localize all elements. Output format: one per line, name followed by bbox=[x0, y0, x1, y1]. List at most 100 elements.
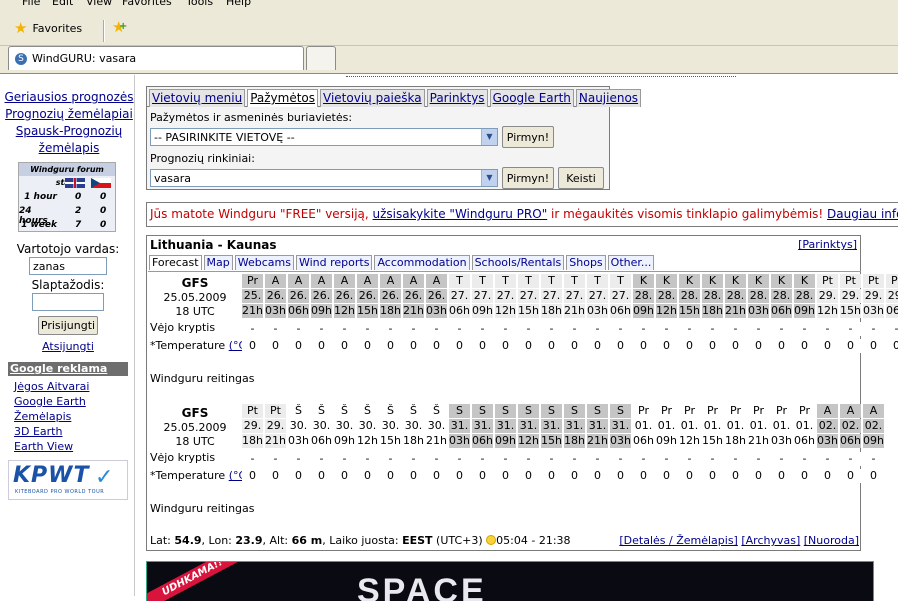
sidebar-link-click-map[interactable]: Spausk-Prognozių žemėlapis bbox=[4, 123, 134, 157]
sets-change-button[interactable]: Keisti bbox=[558, 167, 604, 189]
forecast-date-cell: 27. bbox=[541, 289, 562, 303]
wind-direction-cell: - bbox=[748, 322, 769, 336]
forecast-hour-cell: 18h bbox=[242, 434, 263, 448]
forecast-day-cell: S bbox=[564, 404, 585, 418]
wind-direction-cell: - bbox=[426, 452, 447, 466]
chevron-down-icon: ▼ bbox=[481, 129, 497, 145]
browser-tab-active[interactable]: S WindGURU: vasara bbox=[8, 46, 304, 70]
tab-other[interactable]: Other... bbox=[607, 255, 655, 270]
temperature-cell: 0 bbox=[472, 339, 493, 353]
favorites-button[interactable]: ★ Favorites bbox=[14, 18, 82, 38]
wind-direction-cell: - bbox=[725, 452, 746, 466]
tab-accommodation[interactable]: Accommodation bbox=[374, 255, 470, 270]
temperature-cell: 0 bbox=[587, 469, 608, 483]
forecast-day-cell: Pt bbox=[886, 274, 898, 288]
sunrise-sunset: 05:04 - 21:38 bbox=[496, 534, 571, 547]
temperature-cell: 0 bbox=[357, 339, 378, 353]
ad-link[interactable]: 3D Earth bbox=[14, 424, 89, 439]
forecast-date-cell: 26. bbox=[334, 289, 355, 303]
temperature-cell: 0 bbox=[610, 339, 631, 353]
forecast-date-cell: 31. bbox=[541, 419, 562, 433]
forecast-hour-cell: 09h bbox=[495, 434, 516, 448]
sidebar-link-forecast-maps[interactable]: Prognozių žemėlapiai bbox=[4, 106, 134, 123]
wind-direction-cell: - bbox=[495, 322, 516, 336]
kpwt-logo[interactable]: KPWT ✓ KITEBOARD PRO WORLD TOUR bbox=[8, 460, 128, 500]
forecast-hour-cell: 09h bbox=[334, 434, 355, 448]
ad-link[interactable]: Earth View bbox=[14, 439, 89, 454]
forecast-date-cell: 02. bbox=[817, 419, 838, 433]
ad-link[interactable]: Google Earth bbox=[14, 394, 89, 409]
tab-options[interactable]: Parinktys bbox=[426, 89, 488, 107]
more-info-link[interactable]: Daugiau informacij bbox=[827, 207, 898, 221]
forecast-date-cell: 27. bbox=[564, 289, 585, 303]
forecast-day-cell: Š bbox=[288, 404, 309, 418]
forecast-hour-cell: 12h bbox=[679, 434, 700, 448]
wind-direction-cell: - bbox=[863, 322, 884, 336]
tab-webcams[interactable]: Webcams bbox=[234, 255, 294, 270]
spots-select[interactable]: -- PASIRINKITE VIETOVĘ -- ▼ bbox=[150, 128, 498, 146]
forecast-hour-cell: 21h bbox=[748, 434, 769, 448]
menu-item-tools[interactable]: Tools bbox=[186, 0, 213, 8]
spot-nav-tabs: Vietovių meniu Pažymėtos Vietovių paiešk… bbox=[147, 87, 642, 107]
menu-item-favorites[interactable]: Favorites bbox=[122, 0, 172, 8]
forum-stats-box[interactable]: Windguru forum stats 1 hour 0 0 24 hours… bbox=[18, 162, 116, 232]
forecast-hour-cell: 12h bbox=[334, 304, 355, 318]
forecast-date-cell: 31. bbox=[518, 419, 539, 433]
tab-favourites[interactable]: Pažymėtos bbox=[247, 89, 319, 107]
tab-forecast[interactable]: Forecast bbox=[149, 255, 202, 270]
spots-go-button[interactable]: Pirmyn! bbox=[502, 126, 554, 148]
tab-google-earth[interactable]: Google Earth bbox=[489, 89, 574, 107]
wind-direction-cell: - bbox=[863, 452, 884, 466]
forecast-hour-cell: 12h bbox=[656, 304, 677, 318]
tab-spot-menu[interactable]: Vietovių meniu bbox=[149, 89, 246, 107]
username-input[interactable] bbox=[29, 257, 107, 275]
tab-spot-search[interactable]: Vietovių paieška bbox=[320, 89, 425, 107]
subscribe-pro-link[interactable]: užsisakykite "Windguru PRO" bbox=[373, 207, 548, 221]
sets-go-button[interactable]: Pirmyn! bbox=[502, 167, 554, 189]
forecast-day-cell: Pr bbox=[679, 404, 700, 418]
tab-map[interactable]: Map bbox=[203, 255, 233, 270]
cz-flag-icon bbox=[91, 178, 111, 188]
tab-shops[interactable]: Shops bbox=[566, 255, 606, 270]
temperature-cell: 0 bbox=[380, 469, 401, 483]
tab-schools-rentals[interactable]: Schools/Rentals bbox=[471, 255, 565, 270]
archive-link[interactable]: [Archyvas] bbox=[741, 534, 800, 547]
add-favorite-icon[interactable]: ★ + bbox=[112, 18, 127, 36]
ad-link[interactable]: Žemėlapis bbox=[14, 409, 89, 424]
banner-text: SPACE bbox=[357, 572, 487, 601]
login-form: Vartotojo vardas: Slaptažodis: Prisijung… bbox=[4, 241, 132, 335]
details-map-link[interactable]: [Detalės / Žemėlapis] bbox=[619, 534, 737, 547]
forecast-day-cell: Pr bbox=[656, 404, 677, 418]
menu-item-file[interactable]: File bbox=[22, 0, 40, 8]
kpwt-logo-subtitle: KITEBOARD PRO WORLD TOUR bbox=[15, 489, 105, 495]
forecast-day-cell: T bbox=[449, 274, 470, 288]
forecast-hour-cell: 15h bbox=[541, 434, 562, 448]
password-input[interactable] bbox=[32, 293, 104, 311]
tab-wind-reports[interactable]: Wind reports bbox=[295, 255, 373, 270]
menu-item-help[interactable]: Help bbox=[226, 0, 251, 8]
login-button[interactable]: Prisijungti bbox=[38, 316, 98, 335]
space-ad-banner[interactable]: UDHKAMA!! SPACE bbox=[146, 561, 874, 601]
temperature-cell: 0 bbox=[817, 469, 838, 483]
menu-item-view[interactable]: View bbox=[86, 0, 112, 8]
top-divider bbox=[346, 75, 736, 77]
sets-select[interactable]: vasara ▼ bbox=[150, 169, 498, 187]
forecast-hour-cell: 06h bbox=[771, 304, 792, 318]
ad-link[interactable]: Jėgos Aitvarai bbox=[14, 379, 89, 394]
forecast-date-cell: 26. bbox=[403, 289, 424, 303]
spots-label: Pažymėtos ir asmeninės buriavietės: bbox=[150, 111, 353, 124]
new-tab-button[interactable] bbox=[306, 46, 336, 70]
forecast-day-cell: K bbox=[725, 274, 746, 288]
tab-news[interactable]: Naujienos bbox=[575, 89, 642, 107]
forecast-hour-cell: 03h bbox=[863, 304, 884, 318]
permalink-link[interactable]: [Nuoroda] bbox=[804, 534, 859, 547]
forecast-day-cell: Pr bbox=[771, 404, 792, 418]
forecast-hour-cell: 06h bbox=[794, 434, 815, 448]
menu-item-edit[interactable]: Edit bbox=[52, 0, 73, 8]
logout-link[interactable]: Atsijungti bbox=[42, 340, 94, 353]
forecast-day-cell: A bbox=[334, 274, 355, 288]
forecast-options-link[interactable]: [Parinktys] bbox=[798, 238, 857, 251]
google-ads-title[interactable]: Google reklama bbox=[8, 362, 128, 376]
sidebar-link-best-forecasts[interactable]: Geriausios prognozės bbox=[4, 89, 134, 106]
forecast-day-cell: A bbox=[403, 274, 424, 288]
